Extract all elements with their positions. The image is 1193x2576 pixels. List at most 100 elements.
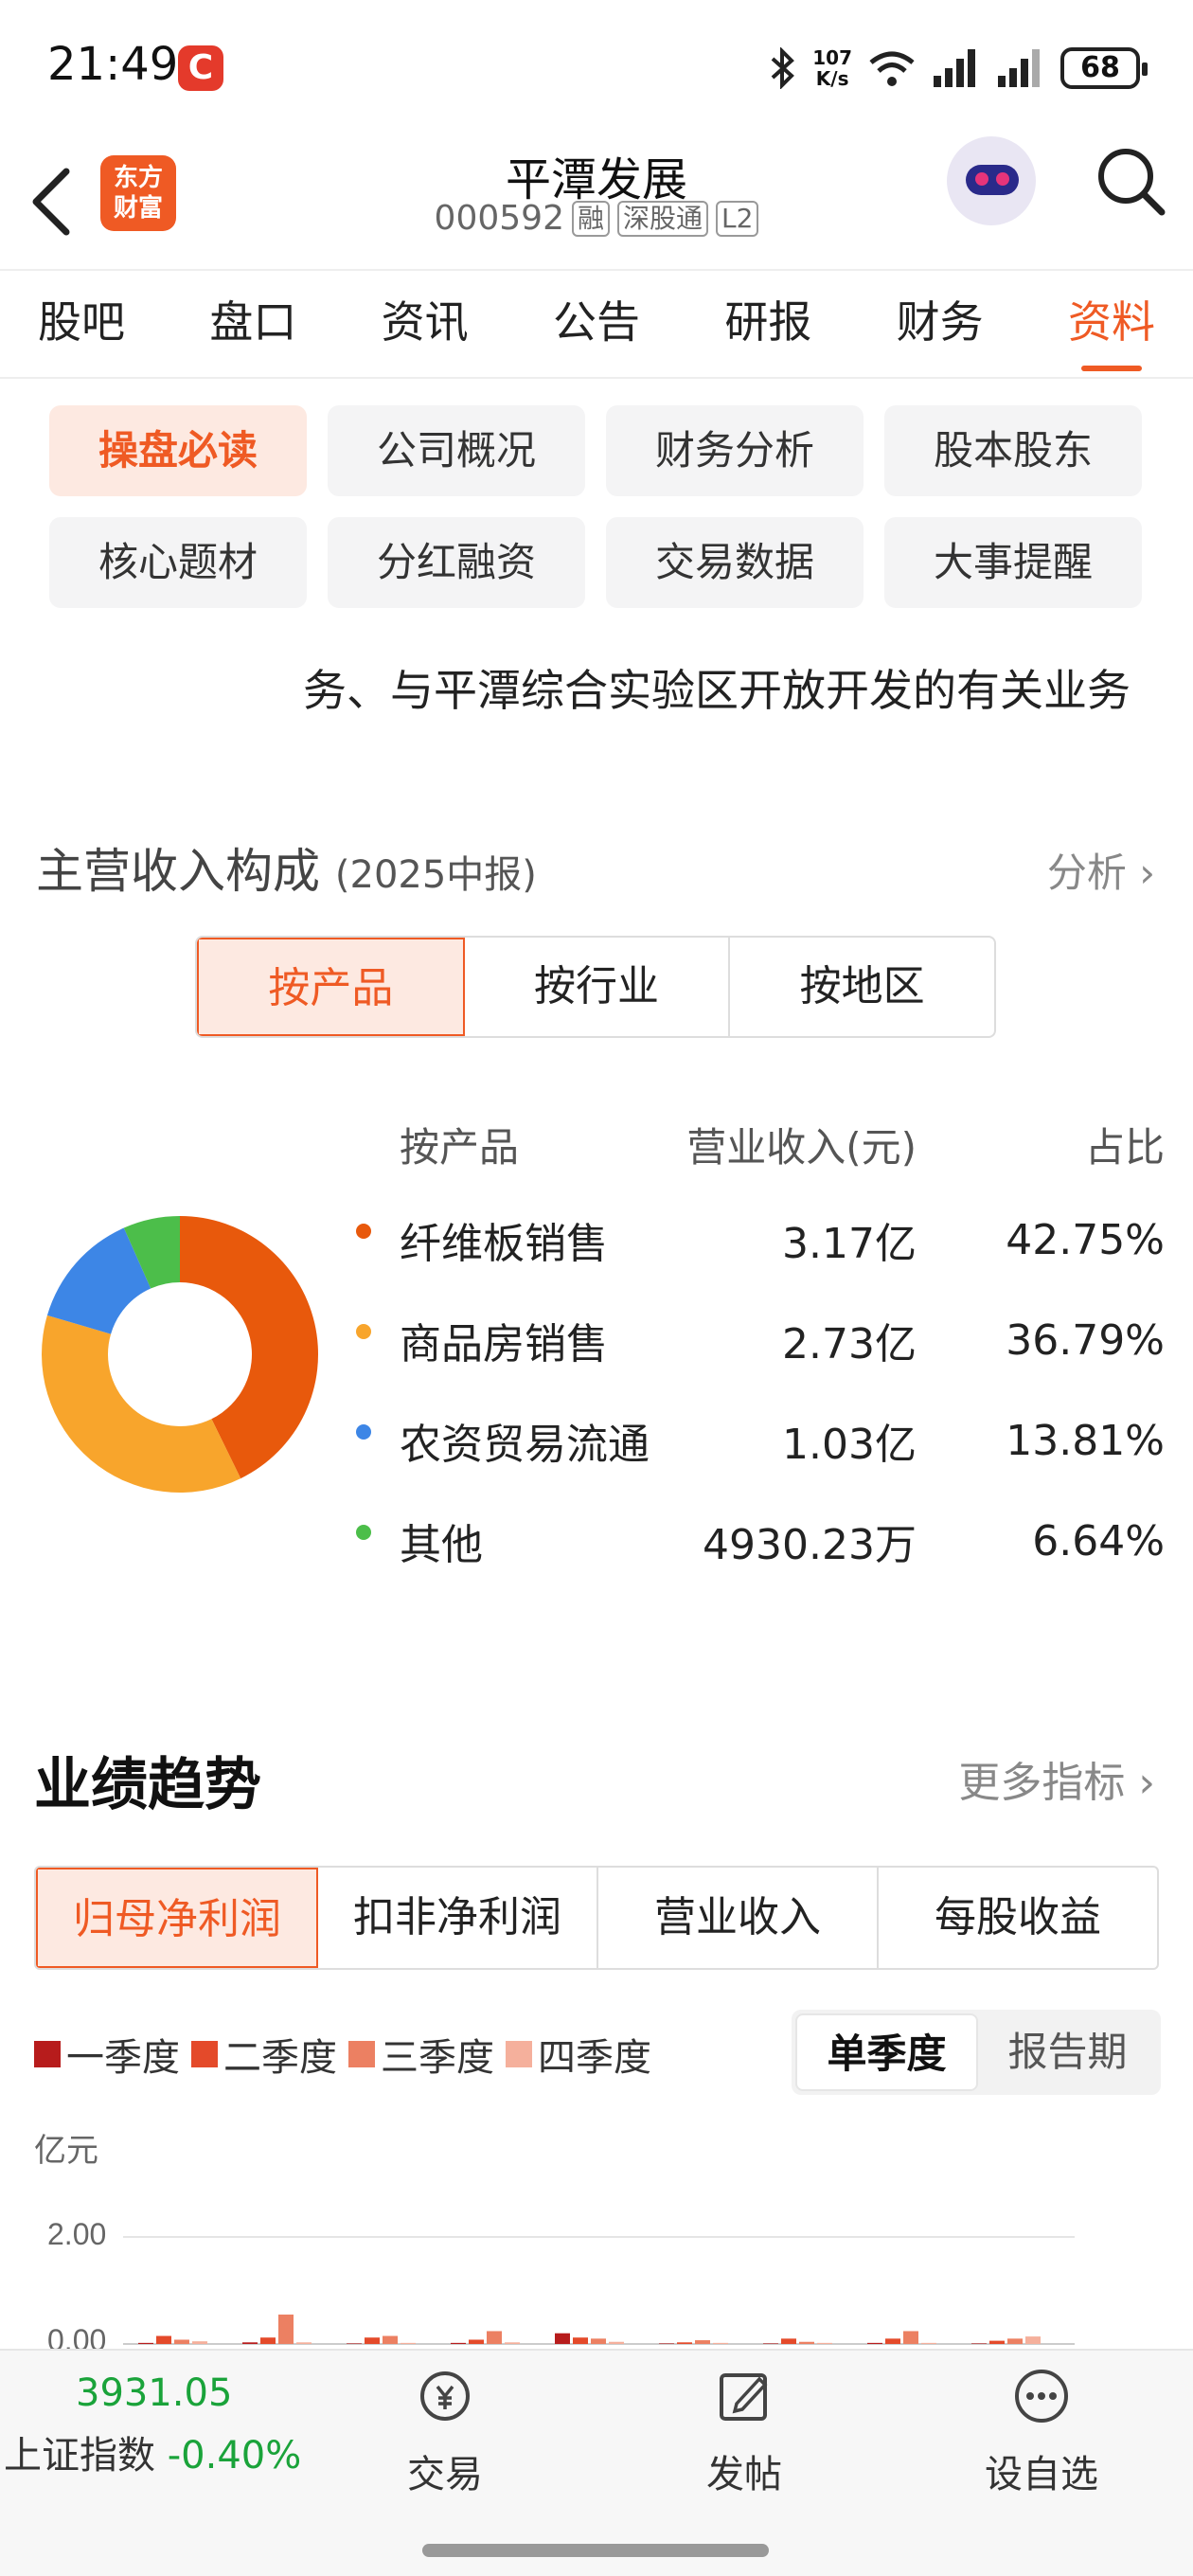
subnav-dividends[interactable]: 分红融资 <box>328 517 585 608</box>
y-tick-label: 2.00 <box>47 2217 106 2251</box>
subnav-trading-guide[interactable]: 操盘必读 <box>49 405 307 496</box>
tab-net-profit[interactable]: 归母净利润 <box>36 1868 318 1968</box>
bar-q3[interactable] <box>383 2335 398 2344</box>
bar-q3[interactable] <box>903 2331 918 2344</box>
bar-q2[interactable] <box>156 2335 171 2344</box>
bar-q4[interactable] <box>1025 2336 1041 2344</box>
revenue-title-text: 主营收入构成 <box>36 844 320 899</box>
subnav-trading-data[interactable]: 交易数据 <box>606 517 864 608</box>
bar-q4[interactable] <box>505 2342 520 2344</box>
row-name: 其他 <box>400 1521 483 1569</box>
tag-level2: L2 <box>716 200 759 237</box>
bar-q4[interactable] <box>609 2341 624 2344</box>
more-indicators-link[interactable]: 更多指标 › <box>958 1748 1155 1809</box>
bar-q2[interactable] <box>573 2337 588 2344</box>
index-ticker[interactable]: 上证指数 -0.40% <box>4 2424 301 2479</box>
watchlist-label: 设自选 <box>985 2453 1098 2496</box>
segment-by-region[interactable]: 按地区 <box>730 938 994 1036</box>
bar-q2[interactable] <box>989 2340 1005 2344</box>
search-button[interactable] <box>1094 144 1169 220</box>
tab-finance[interactable]: 财务 <box>897 273 984 377</box>
bar-q2[interactable] <box>885 2338 900 2344</box>
network-speed-unit: K/s <box>815 67 849 90</box>
analysis-link[interactable]: 分析 › <box>1047 841 1155 899</box>
status-bar: 21:49 C 107 K/s 68 <box>0 0 1193 133</box>
bar-q4[interactable] <box>192 2341 207 2344</box>
bar-q1[interactable] <box>971 2343 987 2344</box>
bar-q2[interactable] <box>260 2337 276 2344</box>
tab-pankou[interactable]: 盘口 <box>209 273 296 377</box>
ai-assistant-avatar[interactable] <box>947 136 1036 225</box>
bar-q4[interactable] <box>921 2342 936 2344</box>
row-revenue: 4930.23万 <box>703 1521 917 1569</box>
donut-slice-2 <box>42 1315 241 1493</box>
header-product: 按产品 <box>400 1123 520 1171</box>
subnav-shareholders[interactable]: 股本股东 <box>884 405 1142 496</box>
tab-profile[interactable]: 资料 <box>1068 273 1155 377</box>
revenue-donut-chart <box>42 1216 318 1493</box>
bar-q1[interactable] <box>347 2343 362 2344</box>
tab-guba[interactable]: 股吧 <box>38 273 125 377</box>
segment-by-industry[interactable]: 按行业 <box>465 938 731 1036</box>
subnav-core-themes[interactable]: 核心题材 <box>49 517 307 608</box>
bar-q2[interactable] <box>781 2338 796 2344</box>
tab-eps[interactable]: 每股收益 <box>879 1868 1157 1968</box>
y-tick-label: 0.00 <box>47 2323 106 2349</box>
index-value[interactable]: 3931.05 <box>76 2371 232 2415</box>
stock-header: 东方 财富 平潭发展 000592 融 深股通 L2 <box>0 133 1193 271</box>
toggle-single-quarter[interactable]: 单季度 <box>795 2013 978 2091</box>
home-indicator[interactable] <box>422 2544 769 2557</box>
app-notification-icon: C <box>178 45 223 91</box>
chevron-right-icon: › <box>1139 850 1155 896</box>
segment-by-product[interactable]: 按产品 <box>197 938 465 1036</box>
trade-button[interactable]: 交易 <box>360 2366 530 2498</box>
add-watchlist-button[interactable]: 设自选 <box>956 2366 1127 2498</box>
chevron-right-icon: › <box>1138 1759 1155 1807</box>
legend-dot <box>356 1324 371 1339</box>
bar-q3[interactable] <box>487 2331 502 2344</box>
subnav-company-overview[interactable]: 公司概况 <box>328 405 585 496</box>
bar-q1[interactable] <box>555 2333 570 2344</box>
tab-revenue[interactable]: 营业收入 <box>598 1868 879 1968</box>
bar-q1[interactable] <box>867 2342 882 2344</box>
bar-q1[interactable] <box>659 2343 674 2344</box>
bar-q3[interactable] <box>591 2338 606 2344</box>
bar-q4[interactable] <box>296 2342 312 2344</box>
bar-q1[interactable] <box>242 2342 258 2344</box>
subnav-financial-analysis[interactable]: 财务分析 <box>606 405 864 496</box>
bar-q3[interactable] <box>174 2339 189 2344</box>
row-ratio: 42.75% <box>1006 1215 1165 1264</box>
bar-q2[interactable] <box>677 2342 692 2344</box>
legend-q1: 一季度 <box>34 2027 180 2082</box>
bar-q1[interactable] <box>451 2342 466 2344</box>
tag-connect: 深股通 <box>617 200 709 237</box>
bar-q4[interactable] <box>401 2342 416 2344</box>
bar-q3[interactable] <box>278 2314 294 2344</box>
tab-adjusted-net-profit[interactable]: 扣非净利润 <box>318 1868 598 1968</box>
row-ratio: 36.79% <box>1006 1315 1165 1365</box>
bar-q3[interactable] <box>1007 2338 1023 2344</box>
more-indicators-label: 更多指标 <box>958 1759 1126 1807</box>
bar-q3[interactable] <box>799 2341 814 2344</box>
header-ratio: 占比 <box>1084 1123 1165 1171</box>
post-button[interactable]: 发帖 <box>659 2366 829 2498</box>
legend-dot <box>356 1525 371 1540</box>
trade-icon <box>420 2371 470 2421</box>
bar-q1[interactable] <box>763 2343 778 2344</box>
bar-q1[interactable] <box>138 2342 153 2344</box>
row-revenue: 2.73亿 <box>782 1320 917 1368</box>
tab-research[interactable]: 研报 <box>724 273 811 377</box>
toggle-report-period[interactable]: 报告期 <box>978 2013 1157 2091</box>
bar-q3[interactable] <box>695 2340 710 2344</box>
row-ratio: 13.81% <box>1006 1416 1165 1465</box>
row-name: 商品房销售 <box>400 1320 608 1368</box>
bar-q2[interactable] <box>365 2337 380 2344</box>
tab-news[interactable]: 资讯 <box>382 273 469 377</box>
tag-margin: 融 <box>571 200 610 237</box>
subnav-events[interactable]: 大事提醒 <box>884 517 1142 608</box>
tab-announcement[interactable]: 公告 <box>553 273 640 377</box>
bar-q2[interactable] <box>469 2339 484 2344</box>
bar-q4[interactable] <box>713 2342 728 2344</box>
index-name: 上证指数 <box>4 2434 155 2478</box>
bar-q4[interactable] <box>817 2342 832 2344</box>
